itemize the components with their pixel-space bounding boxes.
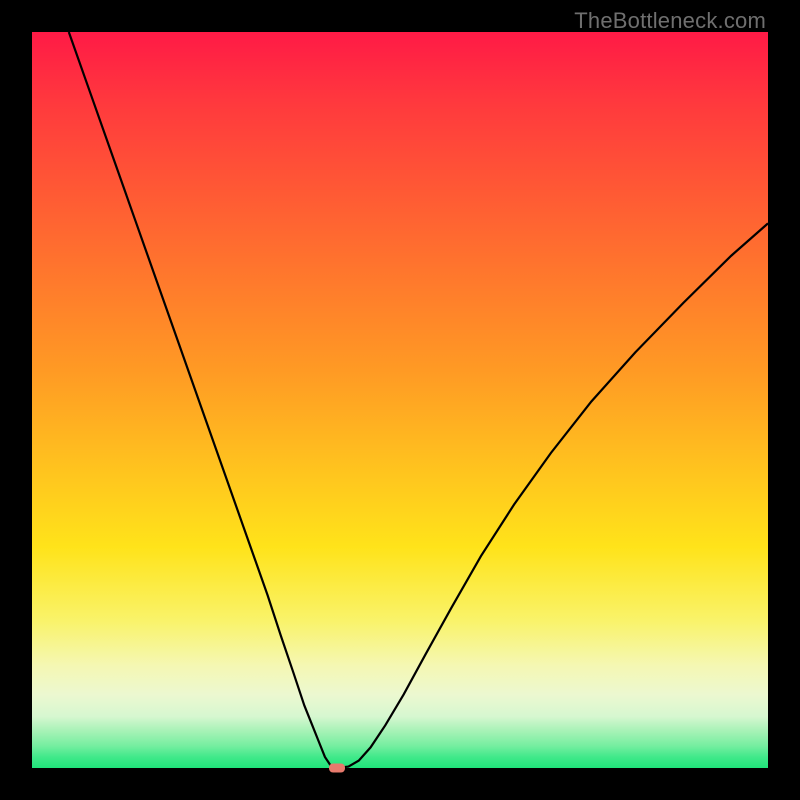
optimal-point-marker [329,764,345,773]
plot-area [32,32,768,768]
chart-frame: TheBottleneck.com [0,0,800,800]
bottleneck-curve [69,32,768,768]
curve-svg [32,32,768,768]
watermark-text: TheBottleneck.com [574,8,766,34]
